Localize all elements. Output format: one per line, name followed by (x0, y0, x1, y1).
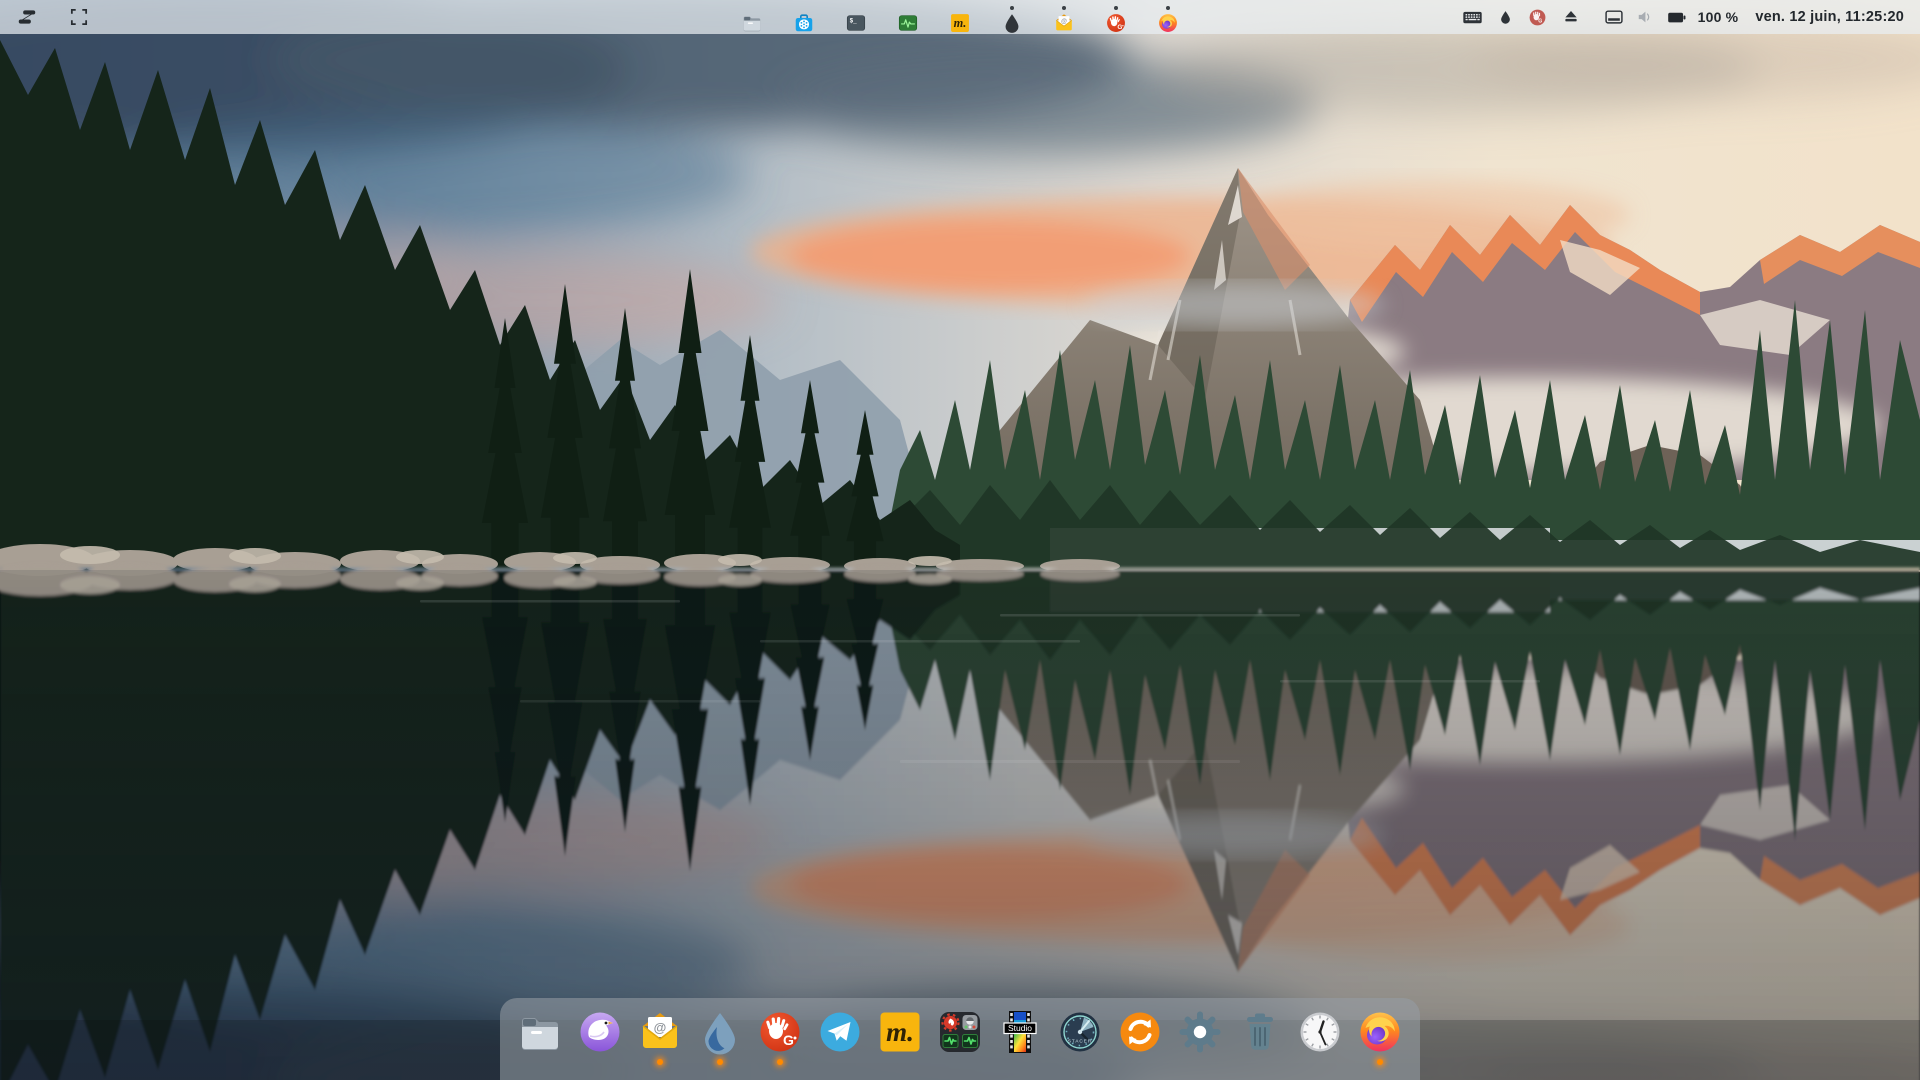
running-indicator-dot (657, 1059, 663, 1065)
svg-text:G: G (783, 1032, 794, 1048)
panel-app-software[interactable] (793, 12, 815, 34)
files-icon (516, 1008, 564, 1056)
dock-software-updater[interactable] (1116, 1008, 1164, 1056)
wallpaper-mountain-lake (0, 0, 1920, 1080)
falkon-browser-icon (576, 1008, 624, 1056)
gcompris-indicator-icon[interactable]: G (1528, 8, 1547, 27)
video-studio-icon: Studio (996, 1008, 1044, 1056)
software-store-icon (793, 12, 815, 34)
deluge-drop-icon (1001, 12, 1023, 34)
panel-app-firefox[interactable] (1157, 12, 1179, 34)
svg-text:$_: $_ (850, 18, 858, 25)
running-indicator-dot (1114, 6, 1118, 10)
dock-komikku[interactable]: m. (876, 1008, 924, 1056)
komikku-icon: m. (876, 1008, 924, 1056)
top-panel-favorites: $_ m. (741, 0, 1179, 38)
battery-full-icon (1666, 7, 1687, 28)
running-indicator-dot (717, 1059, 723, 1065)
files-icon (741, 12, 763, 34)
dock-utilities-folder[interactable] (936, 1008, 984, 1056)
dock-mail[interactable]: @ (636, 1008, 684, 1056)
gcompris-icon: G (1105, 12, 1127, 34)
clock-date-time[interactable]: ven. 12 juin, 11:25:20 (1755, 9, 1904, 25)
panel-app-system-monitor[interactable] (897, 12, 919, 34)
eject-icon[interactable] (1562, 8, 1580, 26)
dock-falkon[interactable] (576, 1008, 624, 1056)
panel-app-komikku[interactable]: m. (949, 12, 971, 34)
dock-clock[interactable] (1296, 1008, 1344, 1056)
settings-gear-icon (1176, 1008, 1224, 1056)
terminal-icon: $_ (845, 12, 867, 34)
panel-app-terminal[interactable]: $_ (845, 12, 867, 34)
zorin-menu-button[interactable] (10, 2, 44, 32)
mail-icon: @ (1053, 12, 1075, 34)
running-indicator-dot (1166, 6, 1170, 10)
workspace-overview-button[interactable] (62, 2, 96, 32)
deluge-indicator-icon[interactable] (1498, 9, 1513, 25)
top-panel: $_ m. (0, 0, 1920, 34)
dock-gcompris[interactable]: G (756, 1008, 804, 1056)
svg-text:G: G (1117, 24, 1122, 31)
firefox-icon (1356, 1008, 1404, 1056)
dock-files[interactable] (516, 1008, 564, 1056)
volume-icon (1635, 7, 1655, 27)
top-panel-right: G 100 % (1462, 0, 1920, 34)
panel-app-mail[interactable]: @ (1053, 12, 1075, 34)
dock-stacer[interactable]: STACER (1056, 1008, 1104, 1056)
clock-icon (1296, 1008, 1344, 1056)
dock-video-studio[interactable]: Studio (996, 1008, 1044, 1056)
desktop: $_ m. (0, 0, 1920, 1080)
svg-text:STACER: STACER (1068, 1039, 1092, 1044)
dock-deluge[interactable] (696, 1008, 744, 1056)
panel-app-deluge[interactable] (1001, 12, 1023, 34)
stacer-icon: STACER (1056, 1008, 1104, 1056)
trash-icon (1236, 1008, 1284, 1056)
keyboard-layout-icon[interactable] (1462, 7, 1483, 28)
panel-app-files[interactable] (741, 12, 763, 34)
zorin-logo-icon (16, 6, 38, 28)
running-indicator-dot (777, 1059, 783, 1065)
running-indicator-dot (1062, 6, 1066, 10)
utilities-folder-icon (936, 1008, 984, 1056)
firefox-icon (1157, 12, 1179, 34)
svg-text:m.: m. (886, 1017, 914, 1047)
svg-text:Studio: Studio (1008, 1023, 1032, 1033)
system-tray: G (1462, 7, 1580, 28)
gcompris-icon: G (756, 1008, 804, 1056)
telegram-icon (816, 1008, 864, 1056)
status-area[interactable]: 100 % ven. 12 juin, 11:25:20 (1604, 7, 1904, 28)
svg-text:G: G (1538, 18, 1542, 24)
battery-percentage: 100 % (1698, 9, 1739, 25)
svg-text:m.: m. (954, 16, 967, 30)
deluge-drop-icon (696, 1008, 744, 1056)
dock-telegram[interactable] (816, 1008, 864, 1056)
running-indicator-dot (1377, 1059, 1383, 1065)
panel-app-gcompris[interactable]: G (1105, 12, 1127, 34)
svg-text:@: @ (654, 1020, 667, 1035)
dock-settings[interactable] (1176, 1008, 1224, 1056)
top-panel-left (0, 2, 96, 32)
mail-icon: @ (636, 1008, 684, 1056)
dock-trash[interactable] (1236, 1008, 1284, 1056)
komikku-icon: m. (949, 12, 971, 34)
display-indicator-icon (1604, 7, 1624, 27)
software-updater-icon (1116, 1008, 1164, 1056)
system-monitor-icon (897, 12, 919, 34)
running-indicator-dot (1010, 6, 1014, 10)
workspace-corners-icon (68, 6, 90, 28)
dock: @ (500, 998, 1420, 1080)
dock-firefox[interactable] (1356, 1008, 1404, 1056)
